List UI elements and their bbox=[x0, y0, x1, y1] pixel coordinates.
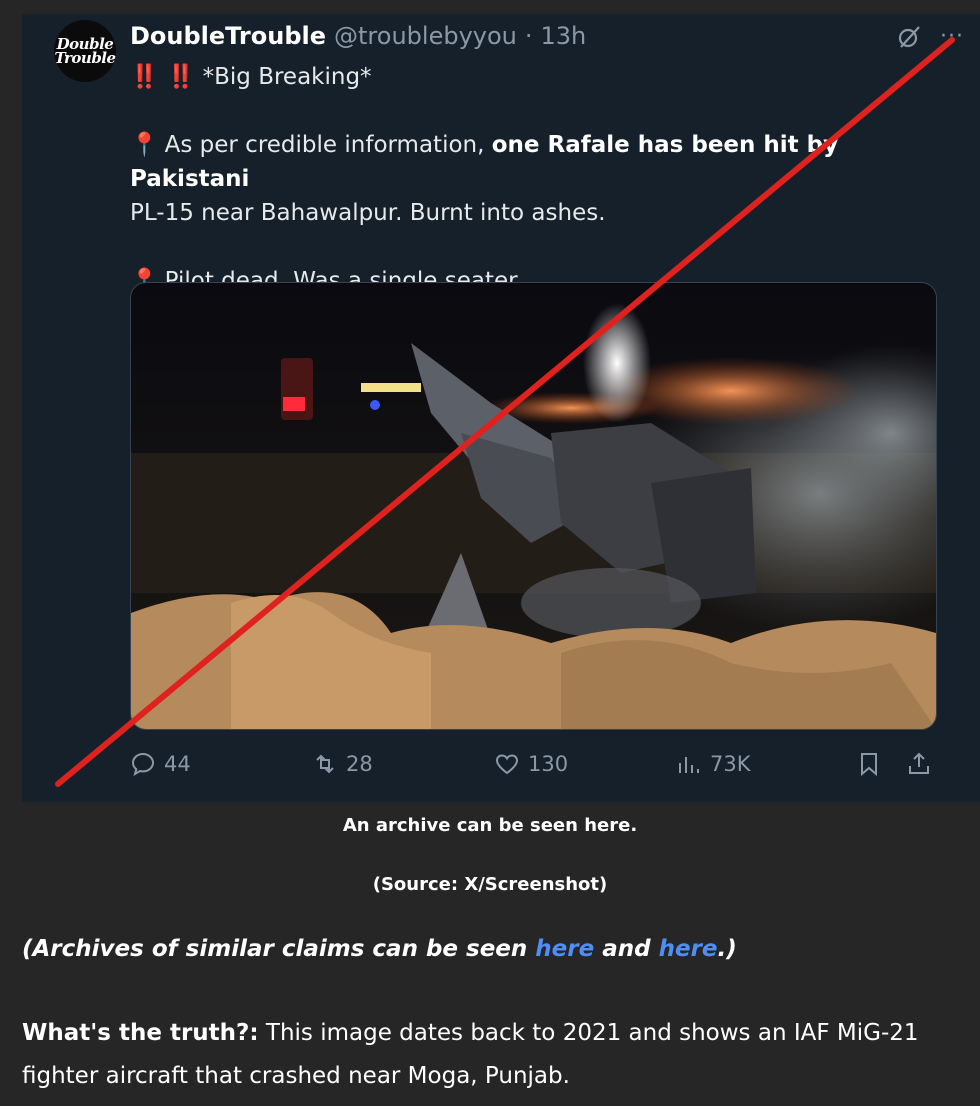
grok-icon[interactable] bbox=[896, 24, 922, 50]
bookmark-button[interactable] bbox=[856, 751, 882, 777]
separator-dot: · bbox=[524, 22, 533, 50]
tweet-media-crash-photo[interactable] bbox=[130, 282, 937, 730]
archives-suffix: .) bbox=[717, 936, 737, 962]
archive-caption: An archive can be seen here. bbox=[342, 815, 638, 836]
archives-middle: and bbox=[594, 936, 659, 962]
tweet-time[interactable]: 13h bbox=[541, 22, 587, 50]
reply-button[interactable]: 44 bbox=[130, 751, 191, 777]
avatar-text-2: Trouble bbox=[54, 49, 116, 67]
display-name[interactable]: DoubleTrouble bbox=[130, 22, 326, 50]
views-count: 73K bbox=[710, 752, 751, 776]
tweet-body: ‼️ ‼️ *Big Breaking* 📍 As per credible in… bbox=[130, 60, 960, 298]
archives-prefix: (Archives of similar claims can be seen bbox=[22, 936, 536, 962]
user-handle[interactable]: @troublebyyou bbox=[334, 22, 517, 50]
share-icon bbox=[909, 752, 929, 774]
reply-icon bbox=[131, 752, 155, 777]
pin-icon: 📍 bbox=[130, 132, 159, 158]
tweet-action-bar: 44 28 130 73K bbox=[130, 751, 940, 783]
double-exclamation-icon: ‼️ ‼️ bbox=[130, 64, 196, 90]
reply-count: 44 bbox=[164, 752, 191, 776]
tweet-line-2-rest: PL-15 near Bahawalpur. Burnt into ashes. bbox=[130, 200, 606, 226]
truth-paragraph: What's the truth?: This image dates back… bbox=[22, 1012, 972, 1098]
more-options-icon[interactable]: ··· bbox=[940, 26, 964, 48]
truth-label: What's the truth?: bbox=[22, 1020, 259, 1046]
views-icon bbox=[679, 757, 699, 773]
share-button[interactable] bbox=[906, 751, 932, 777]
source-caption: (Source: X/Screenshot) bbox=[372, 874, 608, 895]
bookmark-icon bbox=[861, 753, 877, 777]
like-count: 130 bbox=[528, 752, 569, 776]
tweet-header: DoubleTrouble @troublebyyou · 13h bbox=[130, 22, 586, 54]
archive-link-2[interactable]: here bbox=[659, 936, 718, 962]
crash-photo bbox=[131, 283, 936, 729]
views-button[interactable]: 73K bbox=[676, 751, 751, 777]
repost-icon bbox=[316, 754, 334, 774]
tweet-top-actions: ··· bbox=[896, 24, 964, 50]
repost-count: 28 bbox=[346, 752, 373, 776]
tweet-line-1: *Big Breaking* bbox=[202, 64, 372, 90]
like-button[interactable]: 130 bbox=[494, 751, 568, 777]
archive-link-1[interactable]: here bbox=[535, 936, 594, 962]
heart-icon bbox=[495, 754, 519, 775]
tweet-line-2-prefix: As per credible information, bbox=[164, 132, 492, 158]
archives-paragraph: (Archives of similar claims can be seen … bbox=[22, 936, 972, 962]
tweet-screenshot: Double Trouble DoubleTrouble @troublebyy… bbox=[22, 14, 980, 802]
avatar[interactable]: Double Trouble bbox=[54, 20, 116, 82]
repost-button[interactable]: 28 bbox=[312, 751, 373, 777]
